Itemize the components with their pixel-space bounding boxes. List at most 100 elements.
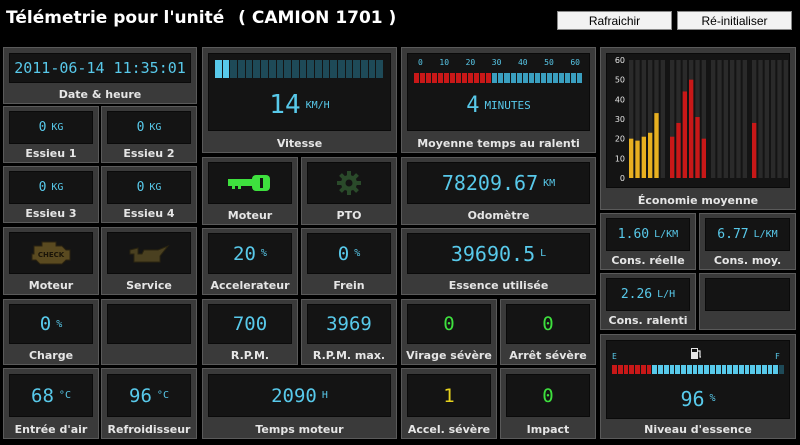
coolant-panel: 96 °C Refroidisseur <box>101 368 197 439</box>
oil-can-icon <box>129 244 170 263</box>
y-tick-label: 20 <box>615 135 625 144</box>
bar-segment <box>438 73 444 83</box>
charge-value: 0 <box>39 313 52 335</box>
bar-segment <box>253 60 261 78</box>
cons-avg-value: 6.77 <box>717 227 749 242</box>
engine-time-panel: 2090 H Temps moteur <box>202 368 397 439</box>
hard-turn-display: 0 <box>407 304 491 344</box>
economy-bar <box>648 132 653 178</box>
cons-idle-label: Cons. ralenti <box>608 314 688 327</box>
bar-segment <box>322 60 330 78</box>
bar-segment <box>612 365 617 374</box>
axle-1-panel: 0 KG Essieu 1 <box>3 106 99 163</box>
impact-label: Impact <box>526 423 570 436</box>
fuel-used-label: Essence utilisée <box>448 279 549 292</box>
bar-segment <box>284 60 291 78</box>
service-panel: Service <box>101 227 197 295</box>
bar-segment <box>510 73 516 83</box>
datetime-panel: 2011-06-14 11:35:01 Date & heure <box>3 47 197 104</box>
intake-air-label: Entrée d'air <box>14 423 88 436</box>
refresh-button[interactable]: Rafraichir <box>557 11 672 30</box>
reset-button[interactable]: Ré-initialiser <box>677 11 792 30</box>
fuel-used-value: 39690.5 <box>450 241 536 266</box>
bar-segment <box>635 365 640 374</box>
axle-3-label: Essieu 3 <box>25 207 77 220</box>
bar-segment <box>432 73 438 83</box>
bar-segment <box>540 73 546 83</box>
idle-tick-label: 30 <box>491 58 502 67</box>
fuel-level-panel: 96% E F Niveau d'essence <box>600 334 796 439</box>
brake-value: 0 <box>337 242 350 265</box>
coolant-value: 96 <box>129 384 152 407</box>
bar-segment <box>744 365 750 374</box>
hard-stop-label: Arrêt sévère <box>509 349 587 362</box>
cons-avg-unit: L/KM <box>753 229 778 240</box>
bar-segment <box>498 73 504 83</box>
hard-accel-panel: 1 Accel. sévère <box>401 368 497 439</box>
impact-panel: 0 Impact <box>500 368 596 439</box>
bar-segment <box>629 365 635 374</box>
bar-background <box>777 60 782 178</box>
datetime-value: 2011-06-14 11:35:01 <box>14 59 186 77</box>
economy-bar <box>629 138 634 178</box>
economy-panel: 0 10 20 30 40 50 60 Économie moyenne <box>600 47 796 210</box>
bar-segment <box>492 73 498 83</box>
cons-real-label: Cons. réelle <box>611 254 685 267</box>
axle-2-display: 0 KG <box>107 111 191 144</box>
rpm-max-display: 3969 <box>307 304 391 344</box>
bar-segment <box>623 365 629 374</box>
cons-real-unit: L/KM <box>654 229 679 240</box>
axle-2-label: Essieu 2 <box>123 147 175 160</box>
economy-bar <box>670 136 675 178</box>
fuel-level-unit: % <box>709 393 716 404</box>
accelerator-panel: 20% Accelerateur <box>202 228 298 295</box>
hard-stop-display: 0 <box>506 304 590 344</box>
impact-display: 0 <box>506 374 590 417</box>
idle-time-value: 4 <box>466 92 480 118</box>
cons-real-display: 1.60 L/KM <box>606 218 690 251</box>
bar-segment <box>414 73 420 83</box>
hard-stop-value: 0 <box>542 313 554 335</box>
hard-turn-label: Virage sévère <box>406 349 492 362</box>
intake-air-display: 68 °C <box>9 374 93 417</box>
economy-bar <box>695 117 700 178</box>
hard-accel-label: Accel. sévère <box>407 423 491 436</box>
charge-unit: % <box>56 318 63 330</box>
bar-segment <box>727 365 733 374</box>
rpm-max-label: R.P.M. max. <box>312 349 386 362</box>
odometer-display: 78209.67 KM <box>407 162 590 204</box>
y-tick-label: 0 <box>620 174 625 183</box>
axle-1-display: 0 KG <box>9 111 93 144</box>
bar-background <box>736 60 741 178</box>
economy-bar <box>676 122 681 178</box>
axle-2-value: 0 <box>136 120 145 135</box>
impact-value: 0 <box>542 384 554 407</box>
bar-segment <box>361 60 368 78</box>
bar-segment <box>663 365 669 374</box>
service-display <box>107 232 191 274</box>
engine-check-display: CHECK <box>9 232 93 274</box>
economy-bar <box>689 79 694 178</box>
axle-4-display: 0 KG <box>107 171 191 204</box>
odometer-panel: 78209.67 KM Odomètre <box>401 157 596 225</box>
bar-background <box>764 60 769 178</box>
bar-segment <box>245 60 253 78</box>
bar-segment <box>534 73 540 83</box>
bar-segment <box>576 73 582 83</box>
cons-idle-value: 2.26 <box>620 287 653 302</box>
economy-bar <box>682 91 687 178</box>
rpm-panel: 700 R.P.M. <box>202 299 298 365</box>
bar-segment <box>617 365 623 374</box>
bar-background <box>783 60 788 178</box>
accelerator-value: 20 <box>233 242 256 265</box>
bar-segment <box>698 365 704 374</box>
engine-time-value: 2090 <box>271 384 317 407</box>
coolant-label: Refroidisseur <box>107 423 191 436</box>
axle-1-value: 0 <box>38 120 47 135</box>
service-label: Service <box>126 279 172 292</box>
axle-4-value: 0 <box>136 180 145 195</box>
datetime-display: 2011-06-14 11:35:01 <box>9 53 191 83</box>
odometer-unit: KM <box>543 177 556 189</box>
axle-3-value: 0 <box>38 180 47 195</box>
title-text: Télémetrie pour l'unité <box>6 8 225 28</box>
